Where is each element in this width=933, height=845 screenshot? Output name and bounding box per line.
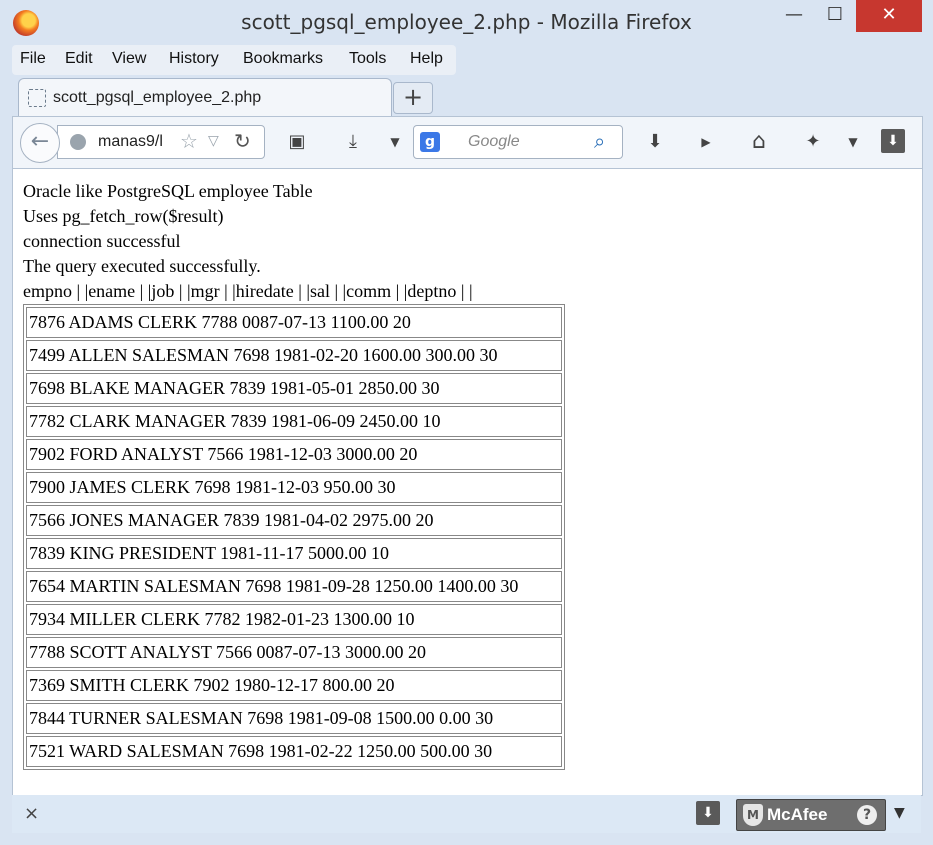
menu-bar: File Edit View History Bookmarks Tools H…	[12, 45, 456, 75]
table-row: 7499 ALLEN SALESMAN 7698 1981-02-20 1600…	[26, 340, 562, 371]
mcafee-button[interactable]: M McAfee ?	[736, 799, 886, 831]
table-row: 7521 WARD SALESMAN 7698 1981-02-22 1250.…	[26, 736, 562, 767]
status-bar: × ⬇ M McAfee ? ▼	[12, 795, 921, 833]
home-icon[interactable]: ⌂	[745, 129, 773, 155]
tab-label: scott_pgsql_employee_2.php	[53, 89, 262, 106]
table-row: 7876 ADAMS CLERK 7788 0087-07-13 1100.00…	[26, 307, 562, 338]
menu-file[interactable]: File	[20, 50, 46, 68]
page-content: Oracle like PostgreSQL employee Table Us…	[12, 168, 923, 796]
reload-icon[interactable]: ↻	[234, 129, 251, 153]
table-row: 7934 MILLER CLERK 7782 1982-01-23 1300.0…	[26, 604, 562, 635]
table-cell: 7876 ADAMS CLERK 7788 0087-07-13 1100.00…	[26, 307, 562, 338]
mcafee-dropdown-icon[interactable]: ▼	[894, 805, 905, 821]
window-titlebar: scott_pgsql_employee_2.php - Mozilla Fir…	[0, 0, 933, 46]
employee-table: 7876 ADAMS CLERK 7788 0087-07-13 1100.00…	[23, 304, 565, 770]
page-line-fetch: Uses pg_fetch_row($result)	[23, 206, 224, 226]
search-icon[interactable]: ⌕	[594, 129, 605, 153]
table-cell: 7782 CLARK MANAGER 7839 1981-06-09 2450.…	[26, 406, 562, 437]
addon-icon[interactable]: ✦	[799, 129, 827, 155]
table-row: 7844 TURNER SALESMAN 7698 1981-09-08 150…	[26, 703, 562, 734]
table-cell: 7654 MARTIN SALESMAN 7698 1981-09-28 125…	[26, 571, 562, 602]
back-button[interactable]: ←	[20, 123, 60, 163]
mcafee-label: McAfee	[767, 805, 828, 824]
table-row: 7900 JAMES CLERK 7698 1981-12-03 950.00 …	[26, 472, 562, 503]
new-tab-button[interactable]: +	[393, 82, 433, 114]
column-header-line: empno | |ename | |job | |mgr | |hiredate…	[23, 281, 473, 301]
menu-edit[interactable]: Edit	[65, 50, 93, 68]
download-status-icon[interactable]: ⬇	[696, 801, 720, 825]
url-text[interactable]: manas9/l	[98, 133, 172, 151]
table-row: 7782 CLARK MANAGER 7839 1981-06-09 2450.…	[26, 406, 562, 437]
tab-active[interactable]: scott_pgsql_employee_2.php	[18, 78, 392, 117]
table-cell: 7369 SMITH CLERK 7902 1980-12-17 800.00 …	[26, 670, 562, 701]
table-row: 7566 JONES MANAGER 7839 1981-04-02 2975.…	[26, 505, 562, 536]
menu-tools[interactable]: Tools	[349, 50, 386, 68]
table-cell: 7844 TURNER SALESMAN 7698 1981-09-08 150…	[26, 703, 562, 734]
search-placeholder[interactable]: Google	[468, 133, 520, 151]
menu-bookmarks[interactable]: Bookmarks	[243, 50, 323, 68]
table-cell: 7566 JONES MANAGER 7839 1981-04-02 2975.…	[26, 505, 562, 536]
bookmark-star-icon[interactable]: ☆	[180, 129, 198, 153]
table-row: 7902 FORD ANALYST 7566 1981-12-03 3000.0…	[26, 439, 562, 470]
tab-strip: scott_pgsql_employee_2.php +	[0, 76, 933, 117]
table-row: 7698 BLAKE MANAGER 7839 1981-05-01 2850.…	[26, 373, 562, 404]
table-cell: 7788 SCOTT ANALYST 7566 0087-07-13 3000.…	[26, 637, 562, 668]
table-cell: 7698 BLAKE MANAGER 7839 1981-05-01 2850.…	[26, 373, 562, 404]
table-row: 7788 SCOTT ANALYST 7566 0087-07-13 3000.…	[26, 637, 562, 668]
globe-icon	[70, 134, 86, 150]
page-heading: Oracle like PostgreSQL employee Table	[23, 181, 313, 201]
table-cell: 7934 MILLER CLERK 7782 1982-01-23 1300.0…	[26, 604, 562, 635]
table-row: 7369 SMITH CLERK 7902 1980-12-17 800.00 …	[26, 670, 562, 701]
table-cell: 7902 FORD ANALYST 7566 1981-12-03 3000.0…	[26, 439, 562, 470]
page-line-connection: connection successful	[23, 231, 181, 251]
menu-view[interactable]: View	[112, 50, 146, 68]
navigation-toolbar: manas9/l ☆ ▽ ↻ ← ▣ ⤓ ▼ g Google ⌕ ⬇ ▶ ⌂ …	[12, 116, 923, 169]
download-arrow-icon[interactable]: ⬇	[641, 129, 669, 155]
menu-history[interactable]: History	[169, 50, 219, 68]
url-dropdown-icon[interactable]: ▽	[208, 133, 219, 149]
minimize-button[interactable]: —	[772, 0, 816, 32]
youtube-download-icon[interactable]: ▣	[283, 129, 311, 155]
table-row: 7839 KING PRESIDENT 1981-11-17 5000.00 1…	[26, 538, 562, 569]
help-icon[interactable]: ?	[857, 805, 877, 825]
close-button[interactable]: ✕	[856, 0, 922, 32]
youtube-icon[interactable]: ▶	[692, 129, 720, 155]
addon-dropdown-icon[interactable]: ▼	[839, 129, 867, 155]
maximize-button[interactable]: ☐	[813, 0, 857, 32]
table-row: 7654 MARTIN SALESMAN 7698 1981-09-28 125…	[26, 571, 562, 602]
downloads-panel-icon[interactable]: ⬇	[881, 129, 905, 153]
table-cell: 7499 ALLEN SALESMAN 7698 1981-02-20 1600…	[26, 340, 562, 371]
table-cell: 7900 JAMES CLERK 7698 1981-12-03 950.00 …	[26, 472, 562, 503]
table-cell: 7839 KING PRESIDENT 1981-11-17 5000.00 1…	[26, 538, 562, 569]
google-engine-icon[interactable]: g	[420, 132, 440, 152]
shield-icon: M	[743, 804, 763, 826]
menu-help[interactable]: Help	[410, 50, 443, 68]
dropdown-arrow-icon[interactable]: ▼	[381, 129, 409, 155]
url-bar[interactable]: manas9/l ☆ ▽ ↻	[57, 125, 265, 159]
table-cell: 7521 WARD SALESMAN 7698 1981-02-22 1250.…	[26, 736, 562, 767]
blocked-download-icon[interactable]: ⤓	[339, 129, 367, 155]
search-bar[interactable]: g Google ⌕	[413, 125, 623, 159]
page-icon	[28, 89, 46, 107]
page-line-query: The query executed successfully.	[23, 256, 261, 276]
close-addon-bar-icon[interactable]: ×	[24, 803, 39, 824]
